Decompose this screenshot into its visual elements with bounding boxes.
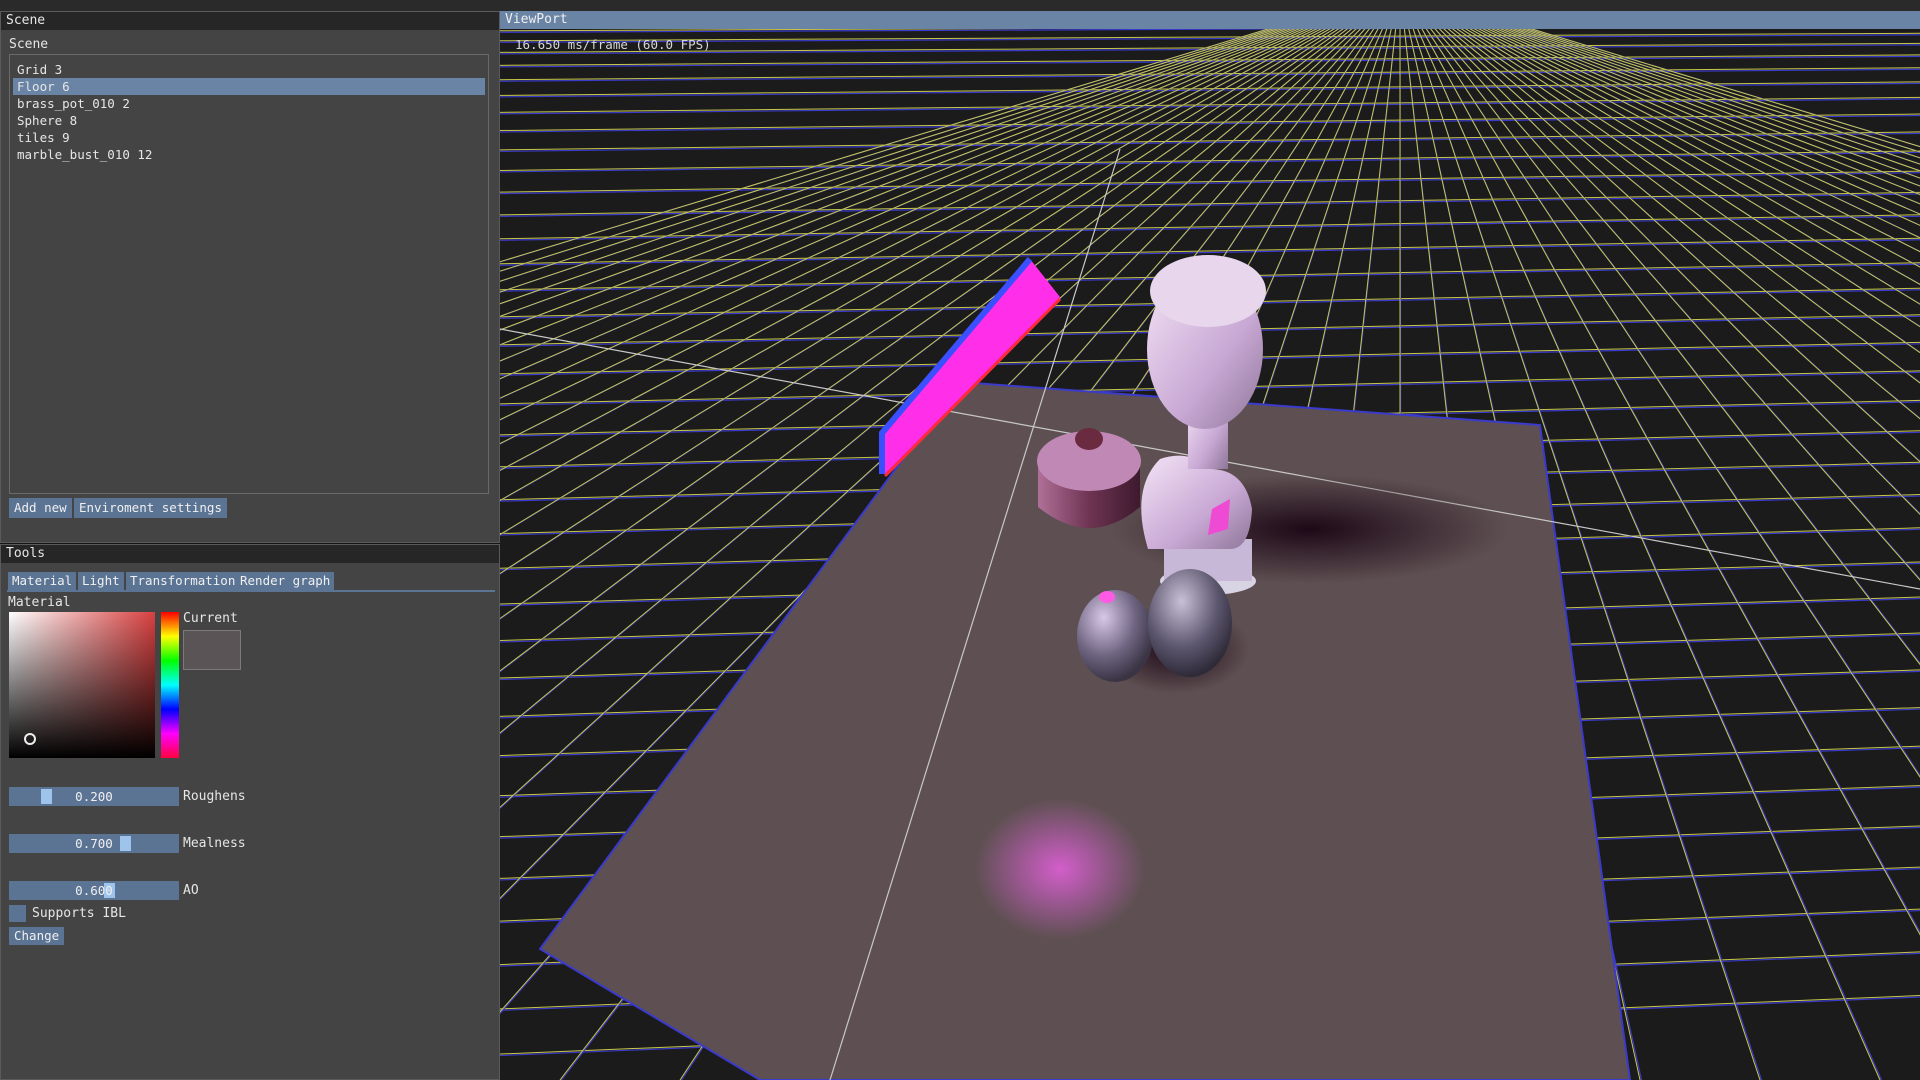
ao-value: 0.600 <box>75 883 113 898</box>
change-button[interactable]: Change <box>9 927 65 945</box>
current-color-swatch <box>183 630 241 670</box>
metalness-slider[interactable]: 0.700 <box>9 834 179 853</box>
window-top-strip <box>0 0 1920 11</box>
list-item-floor[interactable]: Floor 6 <box>13 78 485 95</box>
roughness-label: Roughens <box>183 789 246 804</box>
metalness-label: Mealness <box>183 836 246 851</box>
ao-label: AO <box>183 883 199 898</box>
list-item-grid[interactable]: Grid 3 <box>13 61 485 78</box>
metalness-value: 0.700 <box>75 836 113 851</box>
color-saturation-value-picker[interactable] <box>9 612 155 758</box>
ao-slider[interactable]: 0.600 <box>9 881 179 900</box>
tab-material[interactable]: Material <box>8 572 77 590</box>
tools-panel-title: Tools <box>1 545 499 563</box>
scene-section-label: Scene <box>9 37 49 52</box>
material-section-label: Material <box>8 595 71 610</box>
sphere-right <box>1148 569 1232 677</box>
roughness-slider[interactable]: 0.200 <box>9 787 179 806</box>
sphere-left <box>1077 590 1153 682</box>
list-item-marble-bust[interactable]: marble_bust_010 12 <box>13 146 485 163</box>
roughness-value: 0.200 <box>75 789 113 804</box>
brass-pot <box>1037 428 1141 528</box>
grid-line-horizontal <box>500 32 1920 42</box>
tab-light[interactable]: Light <box>78 572 124 590</box>
environment-settings-button[interactable]: Enviroment settings <box>74 498 227 518</box>
viewport-scene <box>500 29 1920 1080</box>
list-item-brass-pot[interactable]: brass_pot_010 2 <box>13 95 485 112</box>
color-picker-cursor[interactable] <box>24 733 36 745</box>
scene-object-list[interactable]: Grid 3 Floor 6 brass_pot_010 2 Sphere 8 … <box>9 54 489 494</box>
grid-line-horizontal <box>500 67 1920 81</box>
hue-slider[interactable] <box>161 612 179 758</box>
list-item-tiles[interactable]: tiles 9 <box>13 129 485 146</box>
viewport-title: ViewPort <box>500 11 1920 29</box>
current-color-label: Current <box>183 611 238 626</box>
grid-line-horizontal <box>500 131 1920 151</box>
tools-panel: Tools Material Light Transformation Rend… <box>0 544 500 1080</box>
sphere-highlight <box>1099 591 1115 603</box>
supports-ibl-checkbox[interactable] <box>9 905 26 922</box>
pink-light-reflection <box>975 799 1145 939</box>
tab-transformation[interactable]: Transformation <box>126 572 240 590</box>
grid-line-horizontal-shadow <box>500 34 1920 43</box>
grid-line-horizontal <box>500 150 1920 171</box>
list-item-sphere[interactable]: Sphere 8 <box>13 112 485 129</box>
supports-ibl-label: Supports IBL <box>32 906 126 921</box>
scene-panel: Scene Scene Grid 3 Floor 6 brass_pot_010… <box>0 11 500 543</box>
add-new-button[interactable]: Add new <box>9 498 72 518</box>
viewport-3d[interactable]: 16.650 ms/frame (60.0 FPS) <box>500 29 1920 1080</box>
scene-panel-title: Scene <box>1 12 499 30</box>
tab-render-graph[interactable]: Render graph <box>236 572 335 590</box>
grid-line-horizontal-shadow <box>500 114 1920 133</box>
grid-line-horizontal-shadow <box>500 172 1920 195</box>
fps-counter: 16.650 ms/frame (60.0 FPS) <box>515 37 711 52</box>
tab-underline <box>7 590 495 592</box>
